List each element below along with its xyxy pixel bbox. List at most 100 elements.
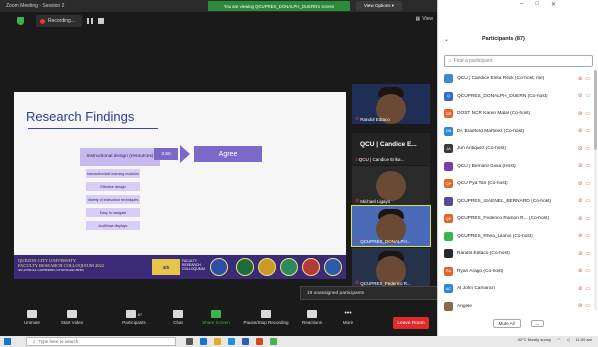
mic-off-icon: ⊘ xyxy=(355,116,360,122)
video-on-icon: ▭ xyxy=(585,93,590,99)
leave-room-button[interactable]: Leave Room xyxy=(393,317,429,329)
mic-off-icon: ⊘ xyxy=(578,145,583,152)
smiley-icon xyxy=(307,310,317,318)
avatar: DB xyxy=(444,126,453,136)
pause-recording-label: Pause/Stop Recording xyxy=(243,320,289,325)
panel-more-button[interactable]: ... xyxy=(530,319,545,327)
stop-icon[interactable] xyxy=(98,18,104,24)
system-tray: 32°C Mostly sunny ◠ ◁ 11:00 am xyxy=(518,337,592,342)
wifi-icon[interactable]: ◠ xyxy=(557,337,561,342)
instructional-box: Instructional design (resources) xyxy=(80,148,160,166)
participant-name: Dr. Bradford Martinez (Co-host) xyxy=(457,128,524,134)
participant-row[interactable]: AC Al John Camancn ⊘ ▭ xyxy=(444,282,596,295)
participant-row[interactable]: Randol Edtaco (Co-host) ⊘ ▭ xyxy=(444,247,596,260)
avatar xyxy=(444,231,453,241)
window-controls: – □ ✕ xyxy=(520,1,556,8)
video-tile-name: ⊘ Randol Edtaco xyxy=(355,116,390,122)
video-tile-text[interactable]: QCU | Candice E... ⊘QCU | Candice Erika.… xyxy=(352,133,430,165)
scroll-thumb[interactable] xyxy=(594,70,597,150)
view-button[interactable]: ▦ View xyxy=(416,16,433,22)
participant-row[interactable]: DR DOST NCR Karen Malal (Co-host) ⊘ ▭ xyxy=(444,107,596,120)
video-tile[interactable]: ⊘ Randol Edtaco xyxy=(352,84,430,124)
participants-icon xyxy=(125,310,136,318)
app-title: Zoom Meeting - Session 2 xyxy=(6,3,65,9)
footer-line3: AN ANNUAL GATHERING OF RESEARCHERS xyxy=(18,267,84,272)
video-tile[interactable]: ⊘ Michael Ligayo xyxy=(352,166,430,206)
pause-icon[interactable] xyxy=(87,18,93,24)
sub-item: Variety of instruction techniques xyxy=(86,195,140,204)
minimize-icon[interactable]: – xyxy=(520,1,523,8)
share-screen-button[interactable]: Share Screen xyxy=(198,310,234,325)
more-button[interactable]: ••• More xyxy=(330,310,366,325)
mic-off-icon: ⊘ xyxy=(578,198,583,204)
weather-label[interactable]: 32°C Mostly sunny xyxy=(518,337,551,342)
participant-row[interactable]: Angele ⊘ ▭ xyxy=(444,300,596,313)
unmute-button[interactable]: Unmute xyxy=(14,310,50,325)
folder-icon[interactable] xyxy=(214,338,221,345)
unmute-label: Unmute xyxy=(24,320,40,325)
close-icon[interactable]: ✕ xyxy=(551,1,556,8)
participant-row[interactable]: RA Ryan Arago (Co-host) ⊘ ▭ xyxy=(444,265,596,278)
edge-icon[interactable] xyxy=(200,338,207,345)
record-dot-icon xyxy=(40,18,45,24)
chat-icon xyxy=(173,310,183,318)
mic-off-icon: ⊘ xyxy=(578,93,583,99)
avatar xyxy=(444,74,453,83)
participant-name: QCU | Bernard Gioia (Host) xyxy=(457,163,516,169)
arrow-right-icon xyxy=(180,145,190,163)
participant-name: QCU Pya Tan (Co-host) xyxy=(457,181,508,186)
meeting-toolbar: Unmute Start Video 87 Participants Chat … xyxy=(0,306,437,336)
avatar xyxy=(444,161,453,171)
speaker-icon[interactable]: ◁ xyxy=(567,337,570,342)
participants-button[interactable]: 87 Participants xyxy=(116,310,152,325)
participant-row[interactable]: Q QCUPRES_DONALPH_DUERN (Co-host) ⊘ ▭ xyxy=(444,90,596,103)
taskbar-search-input[interactable]: ⌕ Type here to search xyxy=(26,337,176,346)
participant-row[interactable]: QCU | Candice Erika Reck (Co-host, me) ⊘ ▭ xyxy=(444,72,596,85)
video-tile-active[interactable]: ⊘ QCUPRES_DONALPH... xyxy=(351,205,431,247)
chat-button[interactable]: Chat xyxy=(160,310,196,325)
mic-off-icon: ⊘ xyxy=(578,180,583,187)
avatar xyxy=(444,301,453,311)
task-view-icon[interactable] xyxy=(186,338,193,345)
unassigned-toast[interactable]: 19 unassigned participants xyxy=(300,286,438,300)
participant-scrollbar[interactable] xyxy=(594,70,597,310)
start-video-button[interactable]: Start Video xyxy=(54,310,90,325)
participant-row[interactable]: QCUPRES_ISAENEL_BERNARD (Co-host) ⊘ ▭ xyxy=(444,195,596,208)
share-screen-label: Share Screen xyxy=(202,320,230,325)
word-icon[interactable] xyxy=(242,338,249,345)
participant-row[interactable]: JA Jun Antiquez (Co-host) ⊘ ▭ xyxy=(444,142,596,155)
reactions-button[interactable]: Reactions xyxy=(294,310,330,325)
video-off-icon: ▭ xyxy=(585,233,590,239)
participant-status-icons: ⊘ ▭ xyxy=(578,268,590,274)
mic-off-icon: ⊘ xyxy=(578,215,583,222)
pause-recording-button[interactable]: Pause/Stop Recording xyxy=(240,310,292,325)
participant-row[interactable]: QCU | Bernard Gioia (Host) ⊘ ▭ xyxy=(444,160,596,173)
participant-status-icons: ⊘ ▭ xyxy=(578,303,590,309)
video-off-icon: ▭ xyxy=(585,250,590,257)
windows-start-icon[interactable] xyxy=(4,338,11,345)
participant-row[interactable]: QCUPRES_Rhea_Lilanio (Co-host) ⊘ ▭ xyxy=(444,230,596,243)
footer-edition: 4th xyxy=(152,259,180,275)
chevron-down-icon[interactable]: ⌄ xyxy=(444,36,449,43)
chrome-icon[interactable] xyxy=(270,338,277,345)
view-options-button[interactable]: View Options ▾ xyxy=(356,1,402,11)
powerpoint-icon[interactable] xyxy=(256,338,263,345)
shield-icon[interactable] xyxy=(17,17,24,25)
maximize-icon[interactable]: □ xyxy=(535,1,539,8)
participant-name: QCUPRES_DONALPH_DUERN (Co-host) xyxy=(457,93,548,99)
mic-off-icon: ⊘ xyxy=(578,233,583,239)
mic-off-icon: ⊘ xyxy=(578,250,583,257)
zoom-icon[interactable] xyxy=(228,338,235,345)
video-off-icon: ▭ xyxy=(585,303,590,309)
participant-search-input[interactable]: ⌕ Find a participant xyxy=(444,55,593,67)
participant-row[interactable]: DB Dr. Bradford Martinez (Co-host) ⊘ ▭ xyxy=(444,125,596,138)
video-off-icon: ▭ xyxy=(585,110,590,117)
participant-row[interactable]: QP QCU Pya Tan (Co-host) ⊘ ▭ xyxy=(444,177,596,190)
participant-name: DOST NCR Karen Malal (Co-host) xyxy=(457,111,531,116)
clock[interactable]: 11:00 am xyxy=(576,337,592,342)
ellipsis-icon: ••• xyxy=(344,310,352,317)
video-tile[interactable]: ⊘ QCUPRES_Federico R... xyxy=(352,248,430,288)
search-icon: ⌕ xyxy=(33,339,36,344)
participant-row[interactable]: QE QCUPRES_Federico Ramon R... (Co-host) ⊘… xyxy=(444,212,596,225)
mute-all-button[interactable]: Mute All xyxy=(492,318,521,328)
